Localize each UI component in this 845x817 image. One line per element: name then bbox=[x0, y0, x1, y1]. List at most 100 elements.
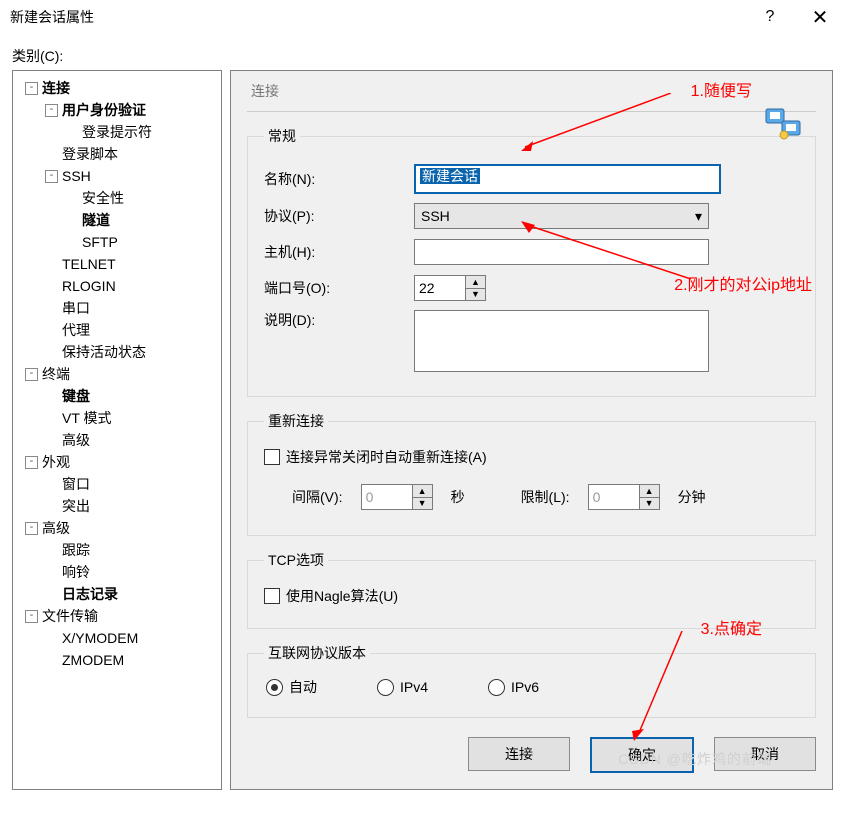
port-label: 端口号(O): bbox=[264, 278, 414, 298]
close-button[interactable]: ✕ bbox=[795, 0, 845, 34]
tree-item[interactable]: -高级 bbox=[17, 517, 217, 539]
tree-item-label: SFTP bbox=[82, 231, 118, 253]
connection-icon bbox=[764, 107, 804, 144]
tree-item-label: 日志记录 bbox=[62, 583, 118, 605]
tree-item[interactable]: -连接 bbox=[17, 77, 217, 99]
tree-item-label: TELNET bbox=[62, 253, 116, 275]
tree-item[interactable]: 登录提示符 bbox=[17, 121, 217, 143]
tree-item[interactable]: 突出 bbox=[17, 495, 217, 517]
tree-item-label: 保持活动状态 bbox=[62, 341, 146, 363]
tree-item[interactable]: 代理 bbox=[17, 319, 217, 341]
category-label: 类别(C): bbox=[0, 34, 845, 70]
reconnect-legend: 重新连接 bbox=[264, 411, 328, 431]
title-bar: 新建会话属性 ? ✕ bbox=[0, 0, 845, 34]
radio-ipv6[interactable]: IPv6 bbox=[488, 677, 539, 697]
host-input[interactable] bbox=[414, 239, 709, 265]
port-spinner[interactable]: ▲ ▼ bbox=[414, 275, 486, 301]
chevron-down-icon: ▾ bbox=[695, 208, 702, 225]
tree-item-label: 登录脚本 bbox=[62, 143, 118, 165]
tree-item[interactable]: -终端 bbox=[17, 363, 217, 385]
tree-item-label: 键盘 bbox=[62, 385, 90, 407]
tree-item-label: VT 模式 bbox=[62, 407, 112, 429]
tree-item[interactable]: -文件传输 bbox=[17, 605, 217, 627]
tree-item[interactable]: 键盘 bbox=[17, 385, 217, 407]
cancel-button[interactable]: 取消 bbox=[714, 737, 816, 771]
general-group: 常规 名称(N): 新建会话 协议(P): SSH ▾ 主机(H): 端口号(O bbox=[247, 126, 816, 397]
page-heading: 连接 bbox=[247, 79, 816, 112]
name-label: 名称(N): bbox=[264, 169, 414, 189]
tree-item-label: ZMODEM bbox=[62, 649, 124, 671]
tree-item-label: 响铃 bbox=[62, 561, 90, 583]
tree-item[interactable]: -用户身份验证 bbox=[17, 99, 217, 121]
limit-label: 限制(L): bbox=[521, 487, 570, 507]
tree-item[interactable]: 登录脚本 bbox=[17, 143, 217, 165]
tree-item[interactable]: 高级 bbox=[17, 429, 217, 451]
tree-item-label: X/YMODEM bbox=[62, 627, 138, 649]
collapse-icon[interactable]: - bbox=[25, 82, 38, 95]
tree-item-label: 窗口 bbox=[62, 473, 90, 495]
tree-item[interactable]: 日志记录 bbox=[17, 583, 217, 605]
collapse-icon[interactable]: - bbox=[45, 170, 58, 183]
spin-up-icon[interactable]: ▲ bbox=[466, 276, 485, 289]
tree-item[interactable]: 隧道 bbox=[17, 209, 217, 231]
radio-ipv4[interactable]: IPv4 bbox=[377, 677, 428, 697]
collapse-icon[interactable]: - bbox=[25, 522, 38, 535]
collapse-icon[interactable]: - bbox=[25, 610, 38, 623]
tree-item-label: 文件传输 bbox=[42, 605, 98, 627]
desc-label: 说明(D): bbox=[264, 310, 414, 330]
tree-item[interactable]: 跟踪 bbox=[17, 539, 217, 561]
tcp-group: TCP选项 使用Nagle算法(U) bbox=[247, 550, 816, 629]
interval-label: 间隔(V): bbox=[292, 487, 343, 507]
tree-item-label: 代理 bbox=[62, 319, 90, 341]
name-input[interactable]: 新建会话 bbox=[414, 164, 721, 194]
tree-item-label: 突出 bbox=[62, 495, 90, 517]
tree-item[interactable]: 保持活动状态 bbox=[17, 341, 217, 363]
ipversion-legend: 互联网协议版本 bbox=[264, 643, 370, 663]
tree-item[interactable]: 串口 bbox=[17, 297, 217, 319]
tree-item-label: RLOGIN bbox=[62, 275, 116, 297]
interval-spinner: ▲▼ bbox=[361, 484, 433, 510]
tree-item[interactable]: 响铃 bbox=[17, 561, 217, 583]
tree-item-label: 跟踪 bbox=[62, 539, 90, 561]
tree-item[interactable]: VT 模式 bbox=[17, 407, 217, 429]
tree-item-label: 高级 bbox=[62, 429, 90, 451]
connect-button[interactable]: 连接 bbox=[468, 737, 570, 771]
ipversion-group: 互联网协议版本 自动 IPv4 IPv6 bbox=[247, 643, 816, 718]
tree-item-label: 外观 bbox=[42, 451, 70, 473]
limit-spinner: ▲▼ bbox=[588, 484, 660, 510]
spin-down-icon[interactable]: ▼ bbox=[466, 289, 485, 301]
protocol-select[interactable]: SSH ▾ bbox=[414, 203, 709, 229]
reconnect-checkbox-label: 连接异常关闭时自动重新连接(A) bbox=[286, 447, 487, 467]
tree-item[interactable]: ZMODEM bbox=[17, 649, 217, 671]
category-tree[interactable]: -连接-用户身份验证登录提示符登录脚本-SSH安全性隧道SFTPTELNETRL… bbox=[12, 70, 222, 790]
tree-item-label: 隧道 bbox=[82, 209, 110, 231]
tree-item[interactable]: -外观 bbox=[17, 451, 217, 473]
tcp-legend: TCP选项 bbox=[264, 550, 328, 570]
tree-item[interactable]: X/YMODEM bbox=[17, 627, 217, 649]
tree-item[interactable]: TELNET bbox=[17, 253, 217, 275]
tree-item[interactable]: -SSH bbox=[17, 165, 217, 187]
nagle-checkbox[interactable] bbox=[264, 588, 280, 604]
tree-item-label: 安全性 bbox=[82, 187, 124, 209]
tree-item[interactable]: RLOGIN bbox=[17, 275, 217, 297]
general-legend: 常规 bbox=[264, 126, 300, 146]
minutes-label: 分钟 bbox=[678, 487, 706, 507]
window-title: 新建会话属性 bbox=[10, 7, 745, 27]
tree-item[interactable]: 窗口 bbox=[17, 473, 217, 495]
collapse-icon[interactable]: - bbox=[45, 104, 58, 117]
ok-button[interactable]: 确定 bbox=[590, 737, 694, 773]
protocol-label: 协议(P): bbox=[264, 206, 414, 226]
nagle-checkbox-label: 使用Nagle算法(U) bbox=[286, 586, 398, 606]
seconds-label: 秒 bbox=[451, 487, 465, 507]
reconnect-checkbox[interactable] bbox=[264, 449, 280, 465]
tree-item[interactable]: 安全性 bbox=[17, 187, 217, 209]
radio-auto[interactable]: 自动 bbox=[266, 677, 317, 697]
collapse-icon[interactable]: - bbox=[25, 368, 38, 381]
tree-item-label: 用户身份验证 bbox=[62, 99, 146, 121]
tree-item[interactable]: SFTP bbox=[17, 231, 217, 253]
help-button[interactable]: ? bbox=[745, 0, 795, 34]
collapse-icon[interactable]: - bbox=[25, 456, 38, 469]
host-label: 主机(H): bbox=[264, 242, 414, 262]
desc-textarea[interactable] bbox=[414, 310, 709, 372]
tree-item-label: SSH bbox=[62, 165, 91, 187]
